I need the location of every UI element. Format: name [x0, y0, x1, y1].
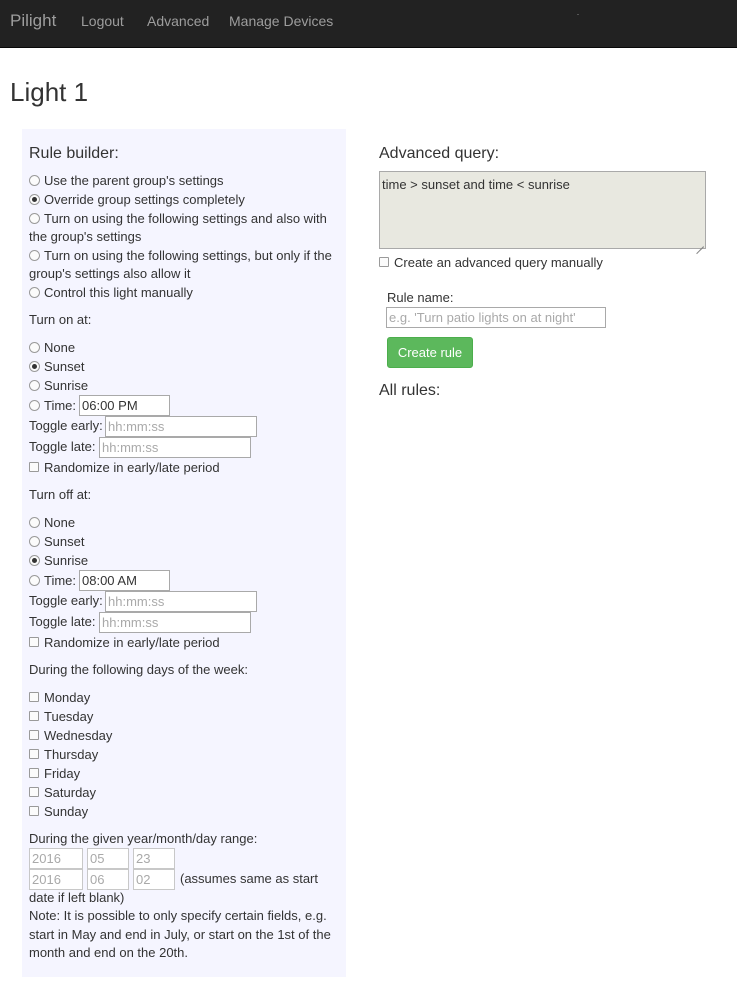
start-month-input[interactable]: 05 — [87, 848, 129, 869]
day-monday-label: Monday — [44, 690, 91, 705]
nav-manage-devices[interactable]: Manage Devices — [229, 13, 333, 29]
nav-logout[interactable]: Logout — [81, 13, 124, 29]
turn-on-time-label: Time: — [44, 398, 77, 413]
day-saturday-label: Saturday — [44, 785, 97, 800]
turn-off-time-label: Time: — [44, 573, 77, 588]
mode-override-label: Override group settings completely — [44, 192, 245, 207]
turn-off-none-label: None — [44, 515, 76, 530]
turn-on-randomize-label: Randomize in early/late period — [44, 460, 220, 475]
manual-query-checkbox[interactable] — [379, 257, 389, 267]
create-rule-button[interactable]: Create rule — [387, 337, 473, 368]
turn-on-none-radio[interactable] — [29, 342, 40, 353]
mode-parent-radio[interactable] — [29, 175, 40, 186]
turn-off-sunrise-radio[interactable] — [29, 555, 40, 566]
note-line3: month and end on the 20th. — [29, 945, 189, 960]
note-line2: start in May and end in July, or start o… — [29, 927, 331, 942]
end-month-input[interactable]: 06 — [87, 869, 129, 890]
day-friday-checkbox[interactable] — [29, 768, 39, 778]
turn-on-sunset-label: Sunset — [44, 359, 85, 374]
day-tuesday-checkbox[interactable] — [29, 711, 39, 721]
day-monday-checkbox[interactable] — [29, 692, 39, 702]
turn-on-toggle-late-input[interactable]: hh:mm:ss — [99, 437, 251, 458]
page-title: Light 1 — [10, 77, 89, 107]
turn-off-time-input[interactable]: 08:00 AM — [79, 570, 170, 591]
note-line1: Note: It is possible to only specify cer… — [29, 908, 327, 923]
turn-on-time-radio[interactable] — [29, 400, 40, 411]
mode-manual-label: Control this light manually — [44, 285, 193, 300]
day-thursday-label: Thursday — [44, 747, 99, 762]
turn-off-randomize-checkbox[interactable] — [29, 637, 39, 647]
start-year-input[interactable]: 2016 — [29, 848, 83, 869]
resize-grip-icon[interactable] — [696, 239, 704, 247]
turn-on-randomize-checkbox[interactable] — [29, 462, 39, 472]
mode-manual-radio[interactable] — [29, 287, 40, 298]
mode-only-if-group-label-line1: Turn on using the following settings, bu… — [44, 248, 332, 263]
days-heading: During the following days of the week: — [29, 662, 248, 677]
end-day-input[interactable]: 02 — [133, 869, 175, 890]
turn-off-heading: Turn off at: — [29, 487, 92, 502]
day-thursday-checkbox[interactable] — [29, 749, 39, 759]
date-range-heading: During the given year/month/day range: — [29, 831, 258, 846]
turn-on-heading: Turn on at: — [29, 312, 92, 327]
brand-link[interactable]: Pilight — [10, 11, 56, 31]
turn-off-none-radio[interactable] — [29, 517, 40, 528]
day-friday-label: Friday — [44, 766, 81, 781]
day-saturday-checkbox[interactable] — [29, 787, 39, 797]
day-wednesday-checkbox[interactable] — [29, 730, 39, 740]
turn-on-sunrise-radio[interactable] — [29, 380, 40, 391]
mode-parent-label: Use the parent group's settings — [44, 173, 224, 188]
start-day-input[interactable]: 23 — [133, 848, 175, 869]
end-year-input[interactable]: 2016 — [29, 869, 83, 890]
mode-also-group-label-line1: Turn on using the following settings and… — [44, 211, 327, 226]
rule-name-label: Rule name: — [387, 290, 454, 305]
manual-query-label: Create an advanced query manually — [394, 255, 603, 270]
turn-on-toggle-early-input[interactable]: hh:mm:ss — [105, 416, 257, 437]
navbar-dot — [577, 14, 579, 15]
advanced-query-text: time > sunset and time < sunrise — [382, 177, 570, 192]
mode-override-radio[interactable] — [29, 194, 40, 205]
advanced-query-title: Advanced query: — [379, 145, 500, 162]
turn-off-time-radio[interactable] — [29, 575, 40, 586]
turn-off-toggle-late-label: Toggle late: — [29, 614, 96, 629]
turn-on-sunset-radio[interactable] — [29, 361, 40, 372]
all-rules-title: All rules: — [379, 382, 441, 399]
day-sunday-checkbox[interactable] — [29, 806, 39, 816]
day-wednesday-label: Wednesday — [44, 728, 113, 743]
end-hint-line2: date if left blank) — [29, 890, 125, 905]
advanced-query-textarea[interactable]: time > sunset and time < sunrise — [379, 171, 706, 249]
mode-only-if-group-label-line2: group's settings also allow it — [29, 266, 191, 281]
day-sunday-label: Sunday — [44, 804, 89, 819]
turn-off-sunset-label: Sunset — [44, 534, 85, 549]
turn-off-sunrise-label: Sunrise — [44, 553, 89, 568]
day-tuesday-label: Tuesday — [44, 709, 94, 724]
turn-off-toggle-early-label: Toggle early: — [29, 593, 103, 608]
mode-also-group-label-line2: the group's settings — [29, 229, 142, 244]
turn-off-toggle-late-input[interactable]: hh:mm:ss — [99, 612, 251, 633]
rule-name-input[interactable]: e.g. 'Turn patio lights on at night' — [386, 307, 606, 328]
turn-on-toggle-early-label: Toggle early: — [29, 418, 103, 433]
rule-builder-title: Rule builder: — [29, 145, 119, 162]
turn-off-toggle-early-input[interactable]: hh:mm:ss — [105, 591, 257, 612]
turn-on-sunrise-label: Sunrise — [44, 378, 89, 393]
mode-only-if-group-radio[interactable] — [29, 250, 40, 261]
turn-on-toggle-late-label: Toggle late: — [29, 439, 96, 454]
turn-off-randomize-label: Randomize in early/late period — [44, 635, 220, 650]
mode-also-group-radio[interactable] — [29, 213, 40, 224]
nav-advanced[interactable]: Advanced — [147, 13, 209, 29]
navbar: Pilight Logout Advanced Manage Devices — [0, 0, 737, 48]
turn-on-time-input[interactable]: 06:00 PM — [79, 395, 170, 416]
turn-off-sunset-radio[interactable] — [29, 536, 40, 547]
end-hint-line1: (assumes same as start — [180, 871, 318, 886]
turn-on-none-label: None — [44, 340, 76, 355]
